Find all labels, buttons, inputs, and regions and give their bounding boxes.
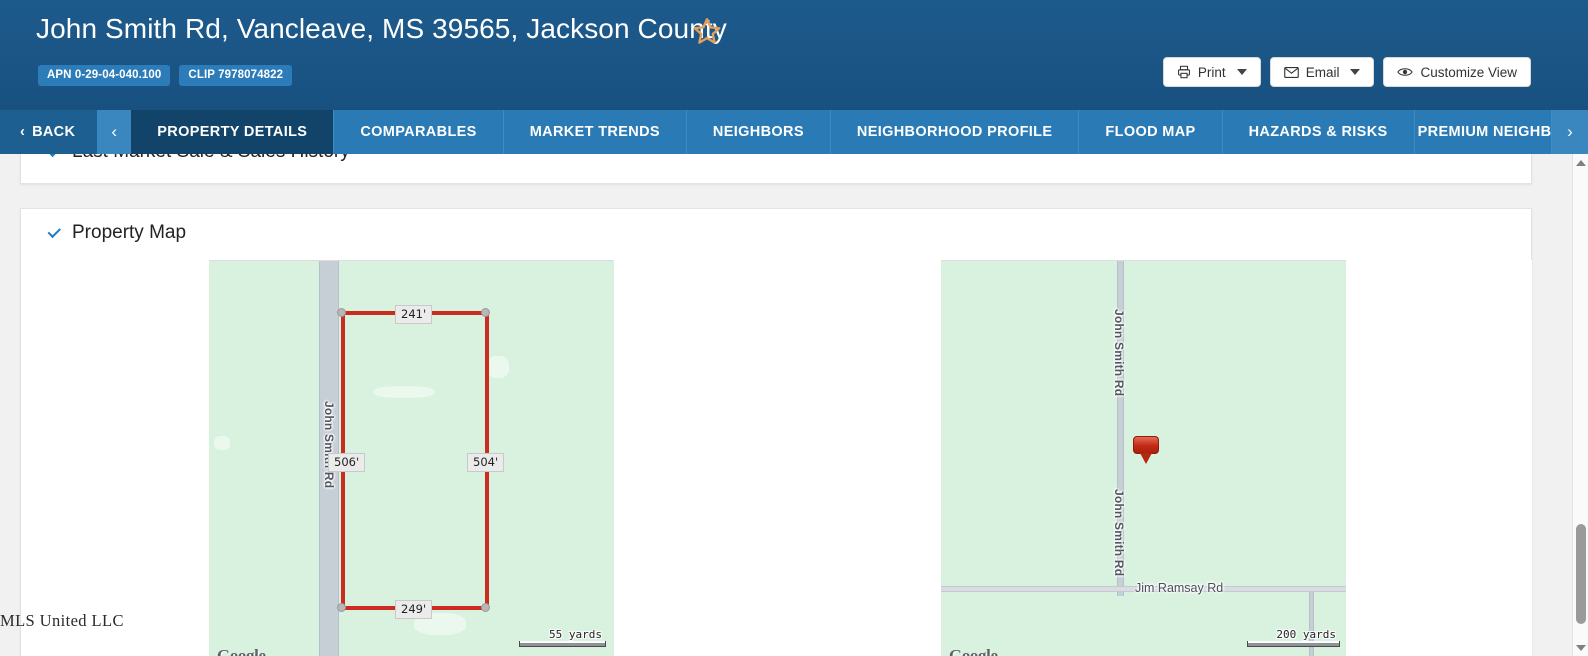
- map-texture-blob: [487, 356, 509, 378]
- chevron-down-icon[interactable]: [1350, 69, 1361, 75]
- chevron-down-icon[interactable]: [1236, 69, 1247, 75]
- subject-property-marker[interactable]: [1133, 436, 1159, 464]
- triangle-up-icon: [1576, 159, 1586, 166]
- sales-history-title: Last Market Sale & Sales History: [72, 154, 350, 163]
- map-pin-marker-head: [1133, 436, 1159, 454]
- parcel-dimension-top: 241': [395, 305, 433, 324]
- map-row: John Smith Rd 241' 506' 504' 249' 55 yar…: [22, 260, 1532, 656]
- scale-bar-graphic: [519, 641, 606, 647]
- envelope-icon: [1283, 66, 1299, 79]
- locator-map-scale-bar: 200 yards: [1247, 628, 1340, 647]
- identifier-badges: APN 0-29-04-040.100 CLIP 7978074822: [38, 65, 293, 86]
- scrollbar-thumb[interactable]: [1576, 524, 1586, 624]
- road-label-john-smith-rd-lower: John Smith Rd: [1112, 489, 1126, 577]
- eye-icon: [1397, 66, 1414, 78]
- tab-market-trends[interactable]: MARKET TRENDS: [504, 110, 687, 154]
- map-texture-blob: [214, 436, 230, 450]
- page-scrollbar[interactable]: [1572, 154, 1588, 656]
- star-icon[interactable]: [692, 16, 722, 46]
- apn-badge[interactable]: APN 0-29-04-040.100: [38, 65, 171, 86]
- tab-neighbors[interactable]: NEIGHBORS: [687, 110, 831, 154]
- triangle-down-icon: [1576, 644, 1586, 651]
- print-button[interactable]: Print: [1162, 57, 1261, 87]
- parcel-dimension-right: 504': [467, 453, 505, 472]
- tabs-scroll-right-button[interactable]: ›: [1552, 110, 1588, 154]
- mls-credit: MLS United LLC: [0, 611, 124, 630]
- road-label-john-smith-rd: John Smith Rd: [322, 401, 336, 489]
- parcel-vertex[interactable]: [337, 308, 346, 317]
- back-button[interactable]: ‹ BACK: [0, 110, 98, 154]
- tab-property-details[interactable]: PROPERTY DETAILS: [131, 110, 335, 154]
- road-label-john-smith-rd-upper: John Smith Rd: [1112, 309, 1126, 397]
- customize-view-button[interactable]: Customize View: [1383, 57, 1531, 87]
- back-label: BACK: [32, 124, 76, 140]
- chevron-down-icon: [47, 224, 62, 238]
- locator-map[interactable]: John Smith Rd John Smith Rd Jim Ramsay R…: [941, 260, 1346, 656]
- parcel-map[interactable]: John Smith Rd 241' 506' 504' 249' 55 yar…: [209, 260, 614, 656]
- header-actions: Print Email Customize View: [1162, 57, 1531, 87]
- tab-comparables[interactable]: COMPARABLES: [334, 110, 504, 154]
- google-attribution: Google: [217, 646, 266, 656]
- clip-badge[interactable]: CLIP 7978074822: [179, 65, 293, 86]
- tab-flood-map[interactable]: FLOOD MAP: [1079, 110, 1223, 154]
- tabs-scroll-left-button[interactable]: ‹: [97, 110, 132, 154]
- customize-view-label: Customize View: [1420, 64, 1517, 80]
- tab-navigation: ‹ BACK ‹ PROPERTY DETAILS COMPARABLES MA…: [0, 110, 1588, 154]
- map-pin-marker-tip: [1140, 453, 1152, 464]
- email-label: Email: [1305, 64, 1340, 80]
- google-attribution: Google: [949, 646, 998, 656]
- sales-history-header[interactable]: Last Market Sale & Sales History: [21, 154, 1531, 174]
- parcel-vertex[interactable]: [481, 308, 490, 317]
- email-button[interactable]: Email: [1269, 57, 1375, 87]
- tab-hazards-risks[interactable]: HAZARDS & RISKS: [1223, 110, 1415, 154]
- scale-bar-graphic: [1247, 641, 1340, 647]
- sales-history-card: Last Market Sale & Sales History: [20, 154, 1532, 184]
- chevron-left-icon: ‹: [20, 124, 26, 140]
- locator-map-scale-label: 200 yards: [1276, 628, 1336, 641]
- property-map-title: Property Map: [72, 222, 187, 243]
- parcel-dimension-bottom: 249': [395, 600, 433, 619]
- tab-neighborhood-profile[interactable]: NEIGHBORHOOD PROFILE: [831, 110, 1080, 154]
- property-map-header[interactable]: Property Map: [21, 209, 1531, 258]
- scroll-down-button[interactable]: [1573, 639, 1588, 656]
- parcel-vertex[interactable]: [337, 603, 346, 612]
- road-label-jim-ramsay-rd: Jim Ramsay Rd: [1135, 581, 1224, 595]
- scroll-up-button[interactable]: [1573, 154, 1588, 171]
- parcel-vertex[interactable]: [481, 603, 490, 612]
- page-title: John Smith Rd, Vancleave, MS 39565, Jack…: [36, 13, 727, 44]
- printer-icon: [1177, 65, 1191, 79]
- property-map-card: Property Map John Smith Rd 241' 506' 504…: [20, 208, 1532, 656]
- parcel-map-scale-label: 55 yards: [549, 628, 602, 641]
- parcel-map-scale-bar: 55 yards: [519, 628, 606, 647]
- chevron-down-icon: [47, 154, 62, 157]
- main-content: Last Market Sale & Sales History Propert…: [0, 154, 1572, 656]
- tab-premium-neighbor[interactable]: PREMIUM NEIGHBOR: [1415, 110, 1552, 154]
- parcel-dimension-left: 506': [328, 453, 366, 472]
- map-texture-blob: [374, 386, 434, 398]
- page-header: John Smith Rd, Vancleave, MS 39565, Jack…: [0, 0, 1588, 110]
- print-label: Print: [1197, 64, 1226, 80]
